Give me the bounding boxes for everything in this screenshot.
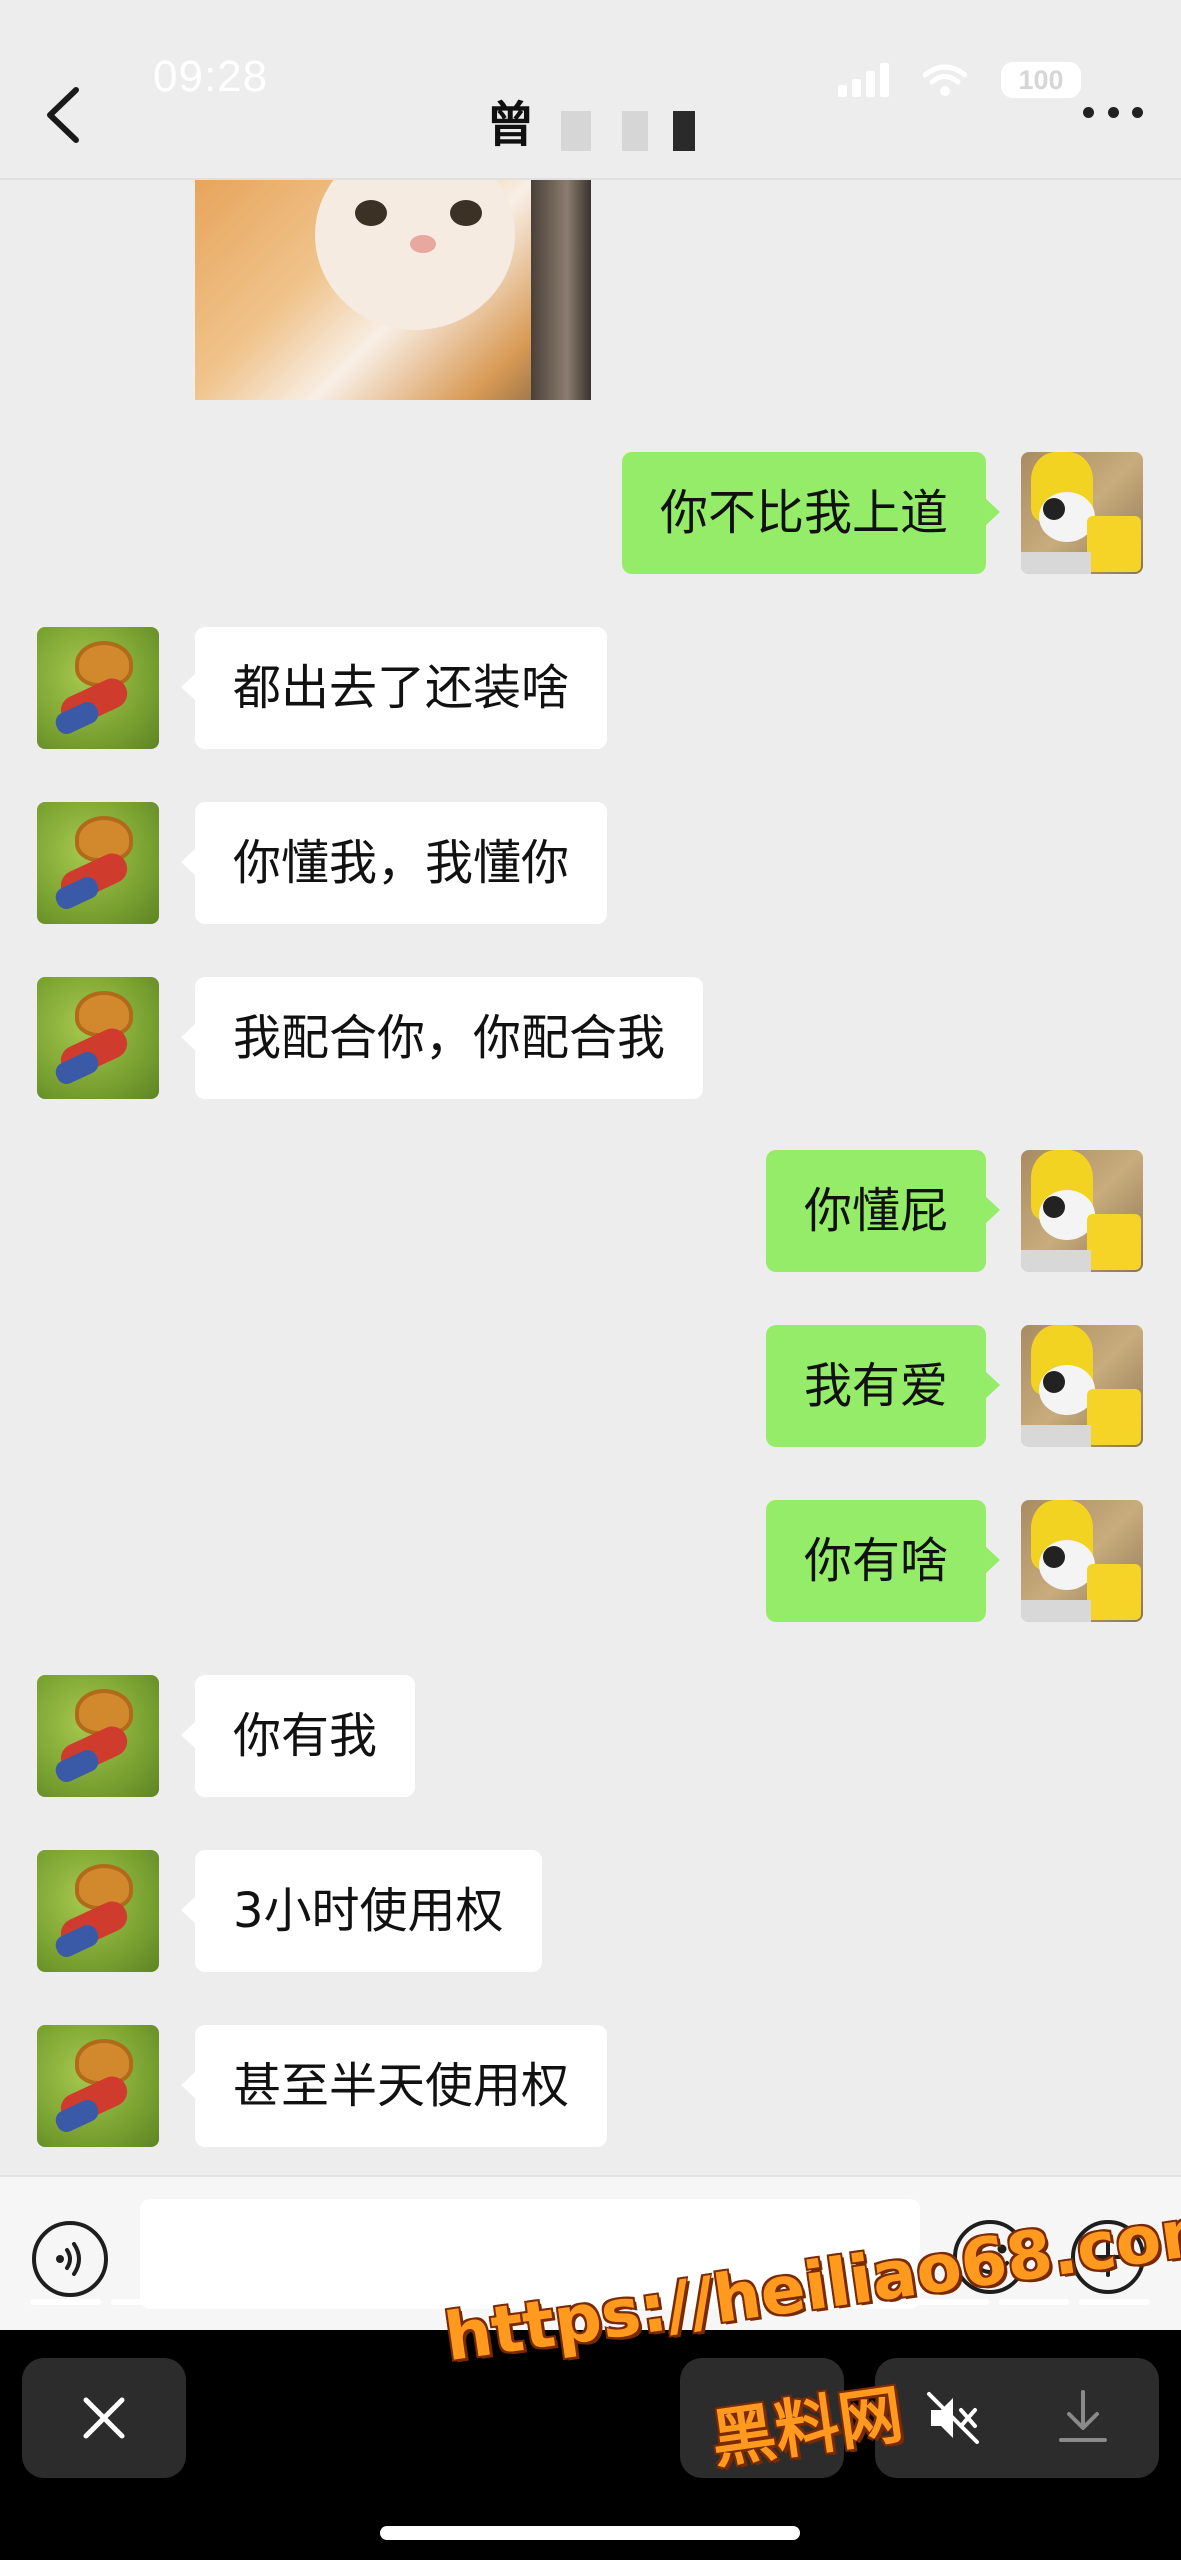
home-indicator[interactable]	[380, 2526, 800, 2540]
close-icon	[83, 2397, 125, 2439]
cat-photo-message[interactable]	[195, 180, 591, 400]
voice-icon[interactable]	[32, 2221, 108, 2297]
contact-avatar[interactable]	[37, 802, 159, 924]
message-bubble-sent[interactable]: 我有爱	[765, 1325, 1001, 1447]
contact-avatar[interactable]	[37, 977, 159, 1099]
redacted-name	[561, 100, 695, 156]
my-avatar[interactable]	[1021, 1150, 1143, 1272]
contact-avatar[interactable]	[37, 2025, 159, 2147]
my-avatar[interactable]	[1021, 1325, 1143, 1447]
my-avatar[interactable]	[1021, 452, 1143, 574]
chat-title: 曾	[0, 85, 1181, 156]
message-bubble-received[interactable]: 甚至半天使用权	[180, 2025, 608, 2147]
close-button[interactable]	[22, 2358, 186, 2478]
contact-avatar[interactable]	[37, 1850, 159, 1972]
message-bubble-sent[interactable]: 你懂屁	[765, 1150, 1001, 1272]
message-bubble-sent[interactable]: 你有啥	[765, 1500, 1001, 1622]
chat-header: 09:28 100 曾	[0, 0, 1181, 180]
chat-title-text: 曾	[486, 97, 535, 153]
download-icon[interactable]	[1051, 2384, 1115, 2450]
message-bubble-received[interactable]: 你懂我，我懂你	[180, 802, 608, 924]
message-bubble-sent[interactable]: 你不比我上道	[621, 452, 1001, 574]
message-list[interactable]: 你不比我上道 都出去了还装啥 你懂我，我懂你 我配合你，你配合我 你懂屁 我有爱…	[0, 180, 1181, 2175]
mute-icon[interactable]	[921, 2386, 985, 2450]
contact-avatar[interactable]	[37, 1675, 159, 1797]
message-bubble-received[interactable]: 我配合你，你配合我	[180, 977, 704, 1099]
message-bubble-received[interactable]: 你有我	[180, 1675, 416, 1797]
media-actions	[875, 2358, 1159, 2478]
more-dots-icon[interactable]	[1083, 100, 1143, 124]
message-bubble-received[interactable]: 都出去了还装啥	[180, 627, 608, 749]
contact-avatar[interactable]	[37, 627, 159, 749]
message-bubble-received[interactable]: 3小时使用权	[181, 1850, 542, 1972]
my-avatar[interactable]	[1021, 1500, 1143, 1622]
